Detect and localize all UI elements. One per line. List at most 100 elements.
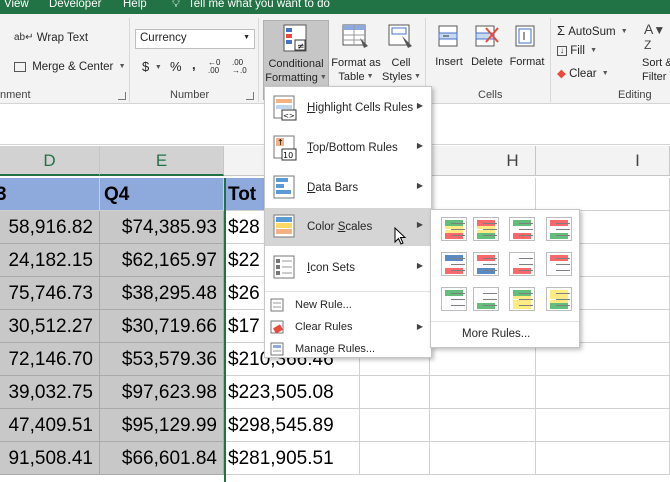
color-scale-swatch[interactable] (441, 287, 467, 311)
column-header-e[interactable]: E (100, 146, 224, 176)
column-letter: E (155, 151, 168, 170)
empty-cell[interactable] (536, 409, 670, 442)
cf-menu-item-icon-sets[interactable]: Icon Sets ▶ (265, 249, 431, 287)
table-cell[interactable]: $66,601.84 (100, 442, 224, 475)
empty-cell[interactable] (430, 409, 536, 442)
color-scale-swatch[interactable] (509, 287, 535, 311)
menu-developer[interactable]: Developer (49, 0, 101, 10)
color-scale-swatch[interactable] (473, 252, 499, 276)
empty-cell[interactable] (430, 178, 536, 211)
alignment-dialog-launcher-icon[interactable] (118, 92, 126, 100)
cf-menu-item-manage-rules[interactable]: Manage Rules... (265, 339, 431, 359)
cf-menu-item-highlight-cells-rules[interactable]: <> Highlight Cells Rules ▶ (265, 89, 431, 127)
color-scale-swatch[interactable] (546, 252, 572, 276)
manage-rules-icon (270, 342, 284, 359)
cf-menu-item-label: Icon Sets (307, 262, 355, 274)
sort-filter-button[interactable]: A▼ Z Sort & Filter (640, 20, 670, 90)
color-scales-submenu: More Rules... (430, 209, 580, 348)
empty-cell[interactable] (430, 376, 536, 409)
selection-border (224, 178, 226, 482)
table-cell[interactable]: 91,508.41 (0, 442, 100, 475)
cell-styles-line1: Cell (391, 57, 411, 69)
number-group-label: Number (170, 89, 210, 101)
column-header-i[interactable]: I (536, 146, 670, 176)
clear-button[interactable]: ◆ Clear ▼ (557, 66, 609, 80)
svg-text:<>: <> (283, 112, 295, 120)
wrap-text-label: Wrap Text (36, 32, 89, 44)
color-scale-swatch[interactable] (473, 287, 499, 311)
group-divider (129, 18, 130, 102)
top-bottom-icon: ↑ 10 (273, 135, 297, 164)
table-cell[interactable]: $53,579.36 (100, 343, 224, 376)
color-scale-swatch[interactable] (546, 217, 572, 241)
column-header-h[interactable]: H (430, 146, 536, 176)
format-button[interactable]: Format (507, 20, 547, 90)
menu-view[interactable]: View (4, 0, 29, 10)
cf-menu-item-new-rule[interactable]: New Rule... (265, 295, 431, 315)
table-cell[interactable]: $62,165.97 (100, 244, 224, 277)
chevron-down-icon: ▼ (590, 47, 598, 55)
cf-menu-item-data-bars[interactable]: Data Bars ▶ (265, 169, 431, 207)
number-dialog-launcher-icon[interactable] (246, 92, 254, 100)
color-scale-swatch[interactable] (441, 217, 467, 241)
table-cell[interactable]: $223,505.08 (224, 376, 360, 409)
menu-help[interactable]: Help (123, 0, 147, 10)
fill-label: Fill (570, 45, 585, 57)
fill-down-icon: ↓ (557, 45, 567, 56)
table-cell[interactable]: 72,146.70 (0, 343, 100, 376)
table-cell[interactable]: 47,409.51 (0, 409, 100, 442)
conditional-formatting-menu: <> Highlight Cells Rules ▶ ↑ 10 Top/Bottom Ru… (264, 86, 432, 358)
svg-text:10: 10 (283, 151, 293, 160)
cf-menu-item-clear-rules[interactable]: Clear Rules ▶ (265, 317, 431, 337)
table-cell[interactable]: $74,385.93 (100, 211, 224, 244)
tell-me-search[interactable]: Tell me what you want to do (188, 0, 330, 10)
color-scale-swatch[interactable] (546, 287, 572, 311)
wrap-text-button[interactable]: ab↵ Wrap Text (14, 32, 88, 44)
table-cell[interactable]: 24,182.15 (0, 244, 100, 277)
empty-cell[interactable] (360, 376, 430, 409)
color-scale-swatch[interactable] (473, 217, 499, 241)
empty-cell[interactable] (360, 442, 430, 475)
table-cell[interactable]: $30,719.66 (100, 310, 224, 343)
color-scale-swatch[interactable] (441, 252, 467, 276)
chevron-down-icon: ▼ (118, 63, 126, 71)
more-rules-item[interactable]: More Rules... (462, 328, 530, 340)
percent-button[interactable]: % (170, 59, 182, 74)
cf-menu-item-label: Manage Rules... (295, 343, 376, 355)
empty-cell[interactable] (536, 442, 670, 475)
table-cell[interactable]: 58,916.82 (0, 211, 100, 244)
table-header-cell[interactable]: Q4 (100, 178, 224, 211)
number-format-select[interactable]: Currency ▼ (135, 29, 255, 49)
column-letter: H (506, 151, 519, 170)
autosum-button[interactable]: Σ AutoSum ▼ (557, 23, 628, 38)
table-cell[interactable]: $298,545.89 (224, 409, 360, 442)
insert-button[interactable]: Insert (431, 20, 467, 90)
merge-center-button[interactable]: Merge & Center ▼ (14, 61, 126, 73)
decrease-decimal-icon[interactable]: .00 →.0 (232, 59, 247, 75)
table-cell[interactable]: 30,512.27 (0, 310, 100, 343)
table-header-cell[interactable]: 3 (0, 178, 100, 211)
increase-decimal-icon[interactable]: ←0.00 (208, 59, 220, 75)
comma-style-button[interactable]: , (192, 57, 196, 72)
empty-cell[interactable] (536, 178, 670, 211)
empty-cell[interactable] (360, 409, 430, 442)
table-cell[interactable]: $95,129.99 (100, 409, 224, 442)
menu-bar: View Developer Help 💡︎ Tell me what you … (0, 0, 670, 14)
color-scale-swatch[interactable] (509, 217, 535, 241)
delete-button[interactable]: Delete (468, 20, 506, 90)
cf-label-line2: Formatting (265, 72, 318, 84)
empty-cell[interactable] (430, 442, 536, 475)
cf-menu-item-top-bottom-rules[interactable]: ↑ 10 Top/Bottom Rules ▶ (265, 129, 431, 167)
fill-button[interactable]: ↓ Fill ▼ (557, 45, 597, 57)
color-scale-swatch[interactable] (509, 252, 535, 276)
currency-button[interactable]: $ ▼ (142, 59, 162, 74)
table-cell[interactable]: $38,295.48 (100, 277, 224, 310)
table-cell[interactable]: $281,905.51 (224, 442, 360, 475)
empty-cell[interactable] (536, 376, 670, 409)
table-cell[interactable]: 75,746.73 (0, 277, 100, 310)
table-cell[interactable]: $97,623.98 (100, 376, 224, 409)
column-header-d[interactable]: D (0, 146, 100, 176)
table-cell[interactable]: 39,032.75 (0, 376, 100, 409)
currency-symbol: $ (142, 59, 150, 74)
format-as-table-icon (342, 24, 368, 48)
